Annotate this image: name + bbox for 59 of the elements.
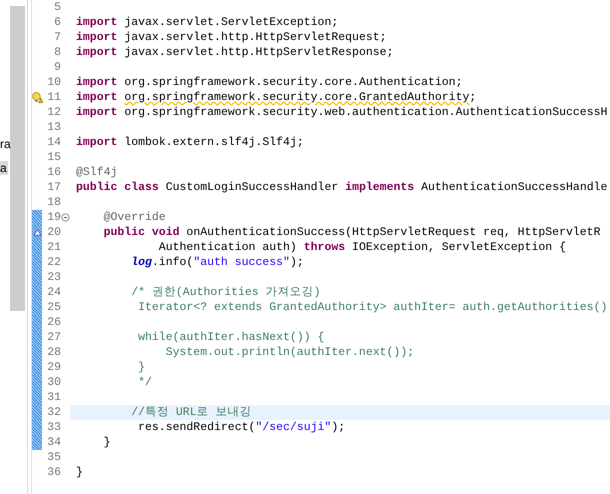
- line-number: 30: [47, 375, 61, 390]
- line-number: 15: [47, 150, 61, 165]
- code-line: Iterator<? extends GrantedAuthority> authIter= auth.getAuthorities(): [138, 300, 608, 315]
- code-line: import javax.servlet.http.HttpServletRequest;: [76, 30, 387, 45]
- line-number: 21: [47, 240, 61, 255]
- line-number: 13: [47, 120, 61, 135]
- line-number: 22: [47, 255, 61, 270]
- line-number: 35: [47, 450, 61, 465]
- code-line: }: [104, 435, 110, 450]
- code-line: import org.springframework.security.core.Authentication;: [76, 75, 462, 90]
- code-line: import org.springframework.security.core.GrantedAuthority;: [76, 90, 476, 105]
- line-number: 9: [54, 60, 61, 75]
- code-line: /* 권한(Authorities 가져오깅): [131, 285, 321, 300]
- line-number: 20: [47, 225, 61, 240]
- code-line: System.out.println(authIter.next());: [166, 345, 414, 360]
- line-number: 33: [47, 420, 61, 435]
- tree-item[interactable]: a: [0, 161, 8, 175]
- line-number: 31: [47, 390, 61, 405]
- line-number: 25: [47, 300, 61, 315]
- line-number: 27: [47, 330, 61, 345]
- line-number: 18: [47, 195, 61, 210]
- code-line: }: [76, 465, 83, 480]
- tree-item[interactable]: ra: [0, 137, 12, 151]
- code-line: @Slf4j: [76, 165, 118, 180]
- line-number: 5: [54, 0, 61, 15]
- scrollbar-thumb[interactable]: [10, 6, 25, 311]
- line-number: 19: [47, 210, 61, 225]
- line-number: 26: [47, 315, 61, 330]
- line-number: 7: [54, 30, 61, 45]
- code-line: public void onAuthenticationSuccess(HttpServletRequest req, HttpServletR: [104, 225, 600, 240]
- code-line: import org.springframework.security.web.authentication.AuthenticationSuccessH: [76, 105, 608, 120]
- line-number: 32: [47, 405, 61, 420]
- code-line: import javax.servlet.http.HttpServletResponse;: [76, 45, 394, 60]
- code-line: */: [138, 375, 152, 390]
- line-number: 28: [47, 345, 61, 360]
- code-line: //특정 URL로 보내깅: [131, 405, 252, 420]
- line-number: 6: [54, 15, 61, 30]
- code-line: import lombok.extern.slf4j.Slf4j;: [76, 135, 304, 150]
- code-line: public class CustomLoginSuccessHandler implements AuthenticationSuccessHandle: [76, 180, 608, 195]
- line-number: 8: [54, 45, 61, 60]
- code-line: while(authIter.hasNext()) {: [138, 330, 324, 345]
- line-number: 12: [47, 105, 61, 120]
- line-number: 23: [47, 270, 61, 285]
- line-number: 10: [47, 75, 61, 90]
- code-line: @Override: [104, 210, 166, 225]
- fold-icon[interactable]: [61, 213, 70, 222]
- code-line: Authentication auth) throws IOException, ServletException {: [158, 240, 566, 255]
- code-line: log.info("auth success");: [131, 255, 304, 270]
- line-number: 36: [47, 465, 61, 480]
- line-number: 14: [47, 135, 61, 150]
- line-number: 29: [47, 360, 61, 375]
- code-line: }: [138, 360, 145, 375]
- code-line: import javax.servlet.ServletException;: [76, 15, 338, 30]
- line-number: 34: [47, 435, 61, 450]
- line-number: 24: [47, 285, 61, 300]
- code-line: res.sendRedirect("/sec/suji");: [138, 420, 346, 435]
- line-number: 16: [47, 165, 61, 180]
- line-number: 17: [47, 180, 61, 195]
- line-number: 11: [47, 90, 61, 105]
